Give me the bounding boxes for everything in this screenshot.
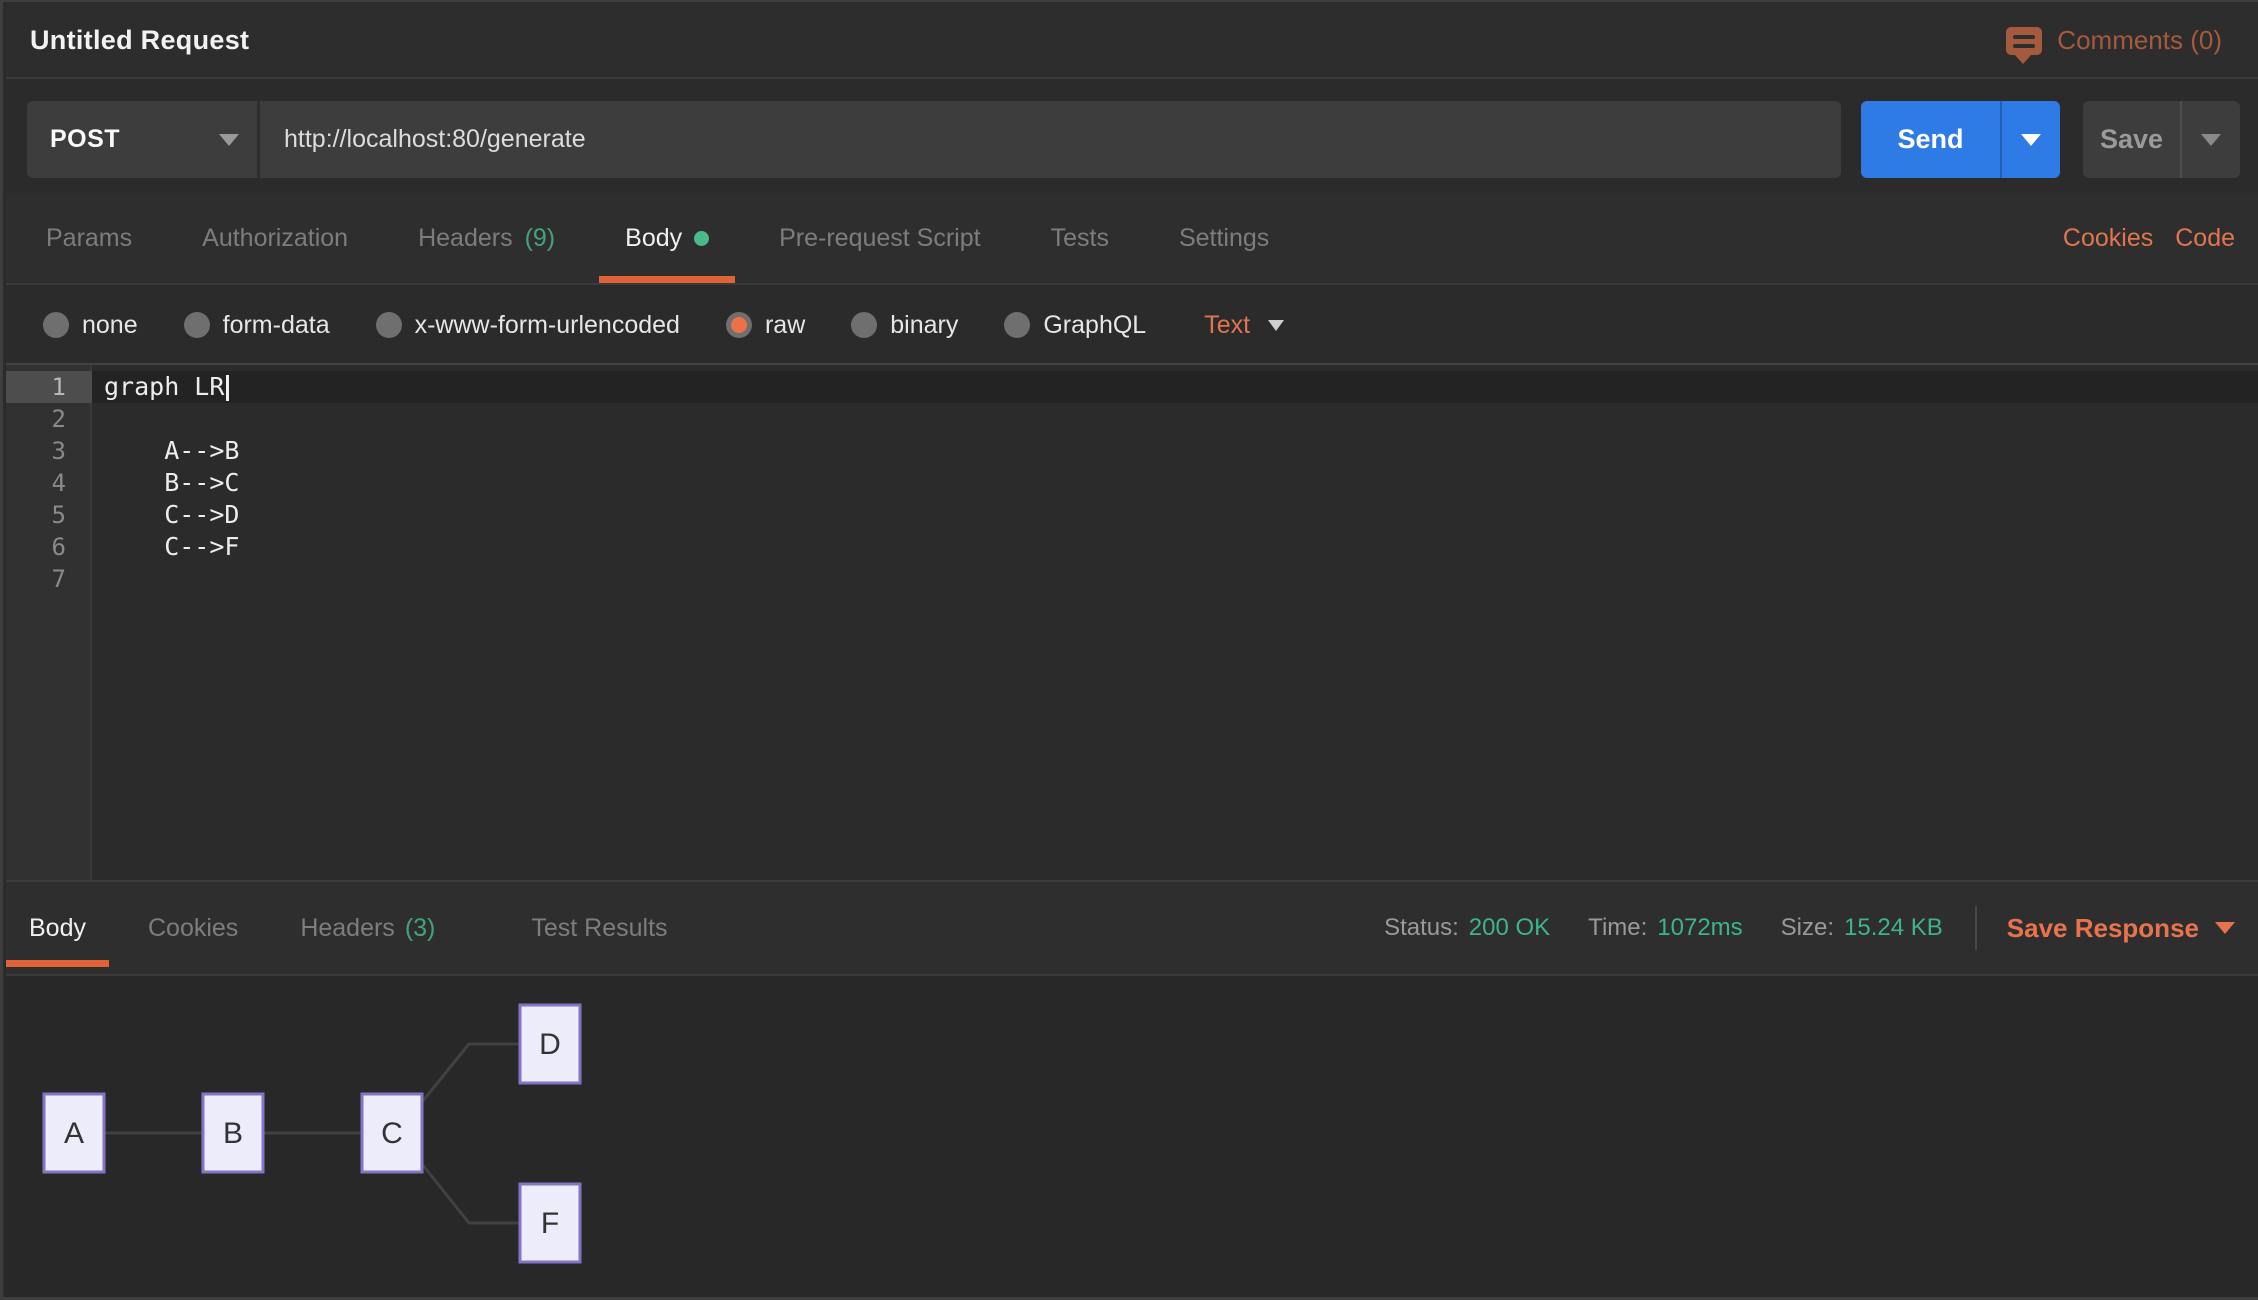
chevron-down-icon [2021,134,2041,146]
radio-none[interactable]: none [43,311,138,340]
method-label: POST [50,125,120,154]
comments-button[interactable]: Comments (0) [2006,25,2222,56]
app-window: Untitled Request Comments (0) POST Send … [0,0,2258,1300]
save-options-button[interactable] [2182,101,2240,178]
tab-tests[interactable]: Tests [1025,193,1135,283]
send-button[interactable]: Send [1861,101,2060,178]
tab-authorization[interactable]: Authorization [176,193,374,283]
text-cursor [226,375,229,401]
line-number: 3 [6,435,92,467]
line-number: 5 [6,499,92,531]
time-value: 1072ms [1657,914,1742,942]
body-type-row: none form-data x-www-form-urlencoded raw… [6,287,2258,363]
line-number: 6 [6,531,92,563]
save-response-button[interactable]: Save Response [2007,913,2235,944]
radio-icon [1004,312,1030,338]
tab-params[interactable]: Params [20,193,158,283]
send-label: Send [1861,101,2000,178]
send-options-button[interactable] [2002,101,2060,178]
vertical-divider [1975,906,1977,950]
tab-body[interactable]: Body [599,193,735,283]
chevron-down-icon [2215,922,2235,934]
headers-count: (9) [525,224,556,253]
status-value: 200 OK [1469,914,1550,942]
raw-format-dropdown[interactable]: Text [1204,311,1284,340]
response-tab-headers[interactable]: Headers (3) [277,882,458,974]
radio-form-data[interactable]: form-data [184,311,330,340]
editor-line[interactable]: 7 [6,563,2258,595]
node-c: C [362,1094,422,1172]
node-label: C [381,1117,403,1150]
raw-body-editor[interactable]: 1 graph LR 2 3 A-->B 4 B-->C 5 C-->D [6,363,2258,880]
radio-binary[interactable]: binary [851,311,958,340]
time-label: Time: [1588,914,1647,942]
response-headers-count: (3) [405,914,436,943]
editor-line[interactable]: 2 [6,403,2258,435]
status-label: Status: [1384,914,1459,942]
method-dropdown[interactable]: POST [27,101,257,178]
node-a: A [44,1094,104,1172]
body-modified-dot [694,231,709,246]
radio-x-www-form-urlencoded[interactable]: x-www-form-urlencoded [376,311,680,340]
chevron-down-icon [1268,320,1284,331]
radio-raw[interactable]: raw [726,311,805,340]
url-field: POST [27,101,1841,178]
radio-icon [43,312,69,338]
edge-c-d [422,1044,520,1102]
request-tabs: Params Authorization Headers (9) Body Pr… [6,193,2258,285]
comments-label: Comments (0) [2057,25,2222,56]
response-tab-cookies[interactable]: Cookies [125,882,261,974]
code-link[interactable]: Code [2175,224,2235,253]
node-d: D [520,1005,580,1083]
radio-icon [184,312,210,338]
line-number: 4 [6,467,92,499]
size-value: 15.24 KB [1844,914,1943,942]
radio-icon [851,312,877,338]
request-url-row: POST Send Save [6,81,2258,193]
response-meta: Status: 200 OK Time: 1072ms Size: 15.24 … [1346,882,2258,974]
radio-graphql[interactable]: GraphQL [1004,311,1146,340]
editor-line[interactable]: 3 A-->B [6,435,2258,467]
save-label: Save [2083,101,2180,178]
response-tab-test-results[interactable]: Test Results [508,882,690,974]
node-label: D [539,1028,561,1061]
node-label: A [64,1117,84,1150]
url-input[interactable] [260,125,1841,154]
editor-line[interactable]: 5 C-->D [6,499,2258,531]
tab-settings[interactable]: Settings [1153,193,1295,283]
editor-line[interactable]: 1 graph LR [6,371,2258,403]
response-tab-body[interactable]: Body [6,882,109,974]
line-number: 2 [6,403,92,435]
node-label: B [223,1117,243,1150]
top-bar: Untitled Request Comments (0) [6,4,2258,79]
chevron-down-icon [2201,134,2221,146]
comments-icon [2006,27,2042,55]
mermaid-graph: A B C D F [6,976,706,1299]
save-button[interactable]: Save [2083,101,2240,178]
line-number: 1 [6,371,92,403]
node-f: F [520,1184,580,1262]
editor-line[interactable]: 4 B-->C [6,467,2258,499]
response-body-viewer[interactable]: A B C D F [6,976,2258,1297]
tab-headers[interactable]: Headers (9) [392,193,581,283]
chevron-down-icon [219,134,239,146]
response-header: Body Cookies Headers (3) Test Results St… [6,880,2258,976]
tab-pre-request-script[interactable]: Pre-request Script [753,193,1006,283]
line-number: 7 [6,563,92,595]
cookies-link[interactable]: Cookies [2063,224,2153,253]
edge-c-f [422,1164,520,1223]
radio-selected-icon [726,312,752,338]
request-title: Untitled Request [30,25,249,56]
radio-icon [376,312,402,338]
node-b: B [203,1094,263,1172]
node-label: F [541,1207,559,1240]
size-label: Size: [1781,914,1834,942]
editor-line[interactable]: 6 C-->F [6,531,2258,563]
